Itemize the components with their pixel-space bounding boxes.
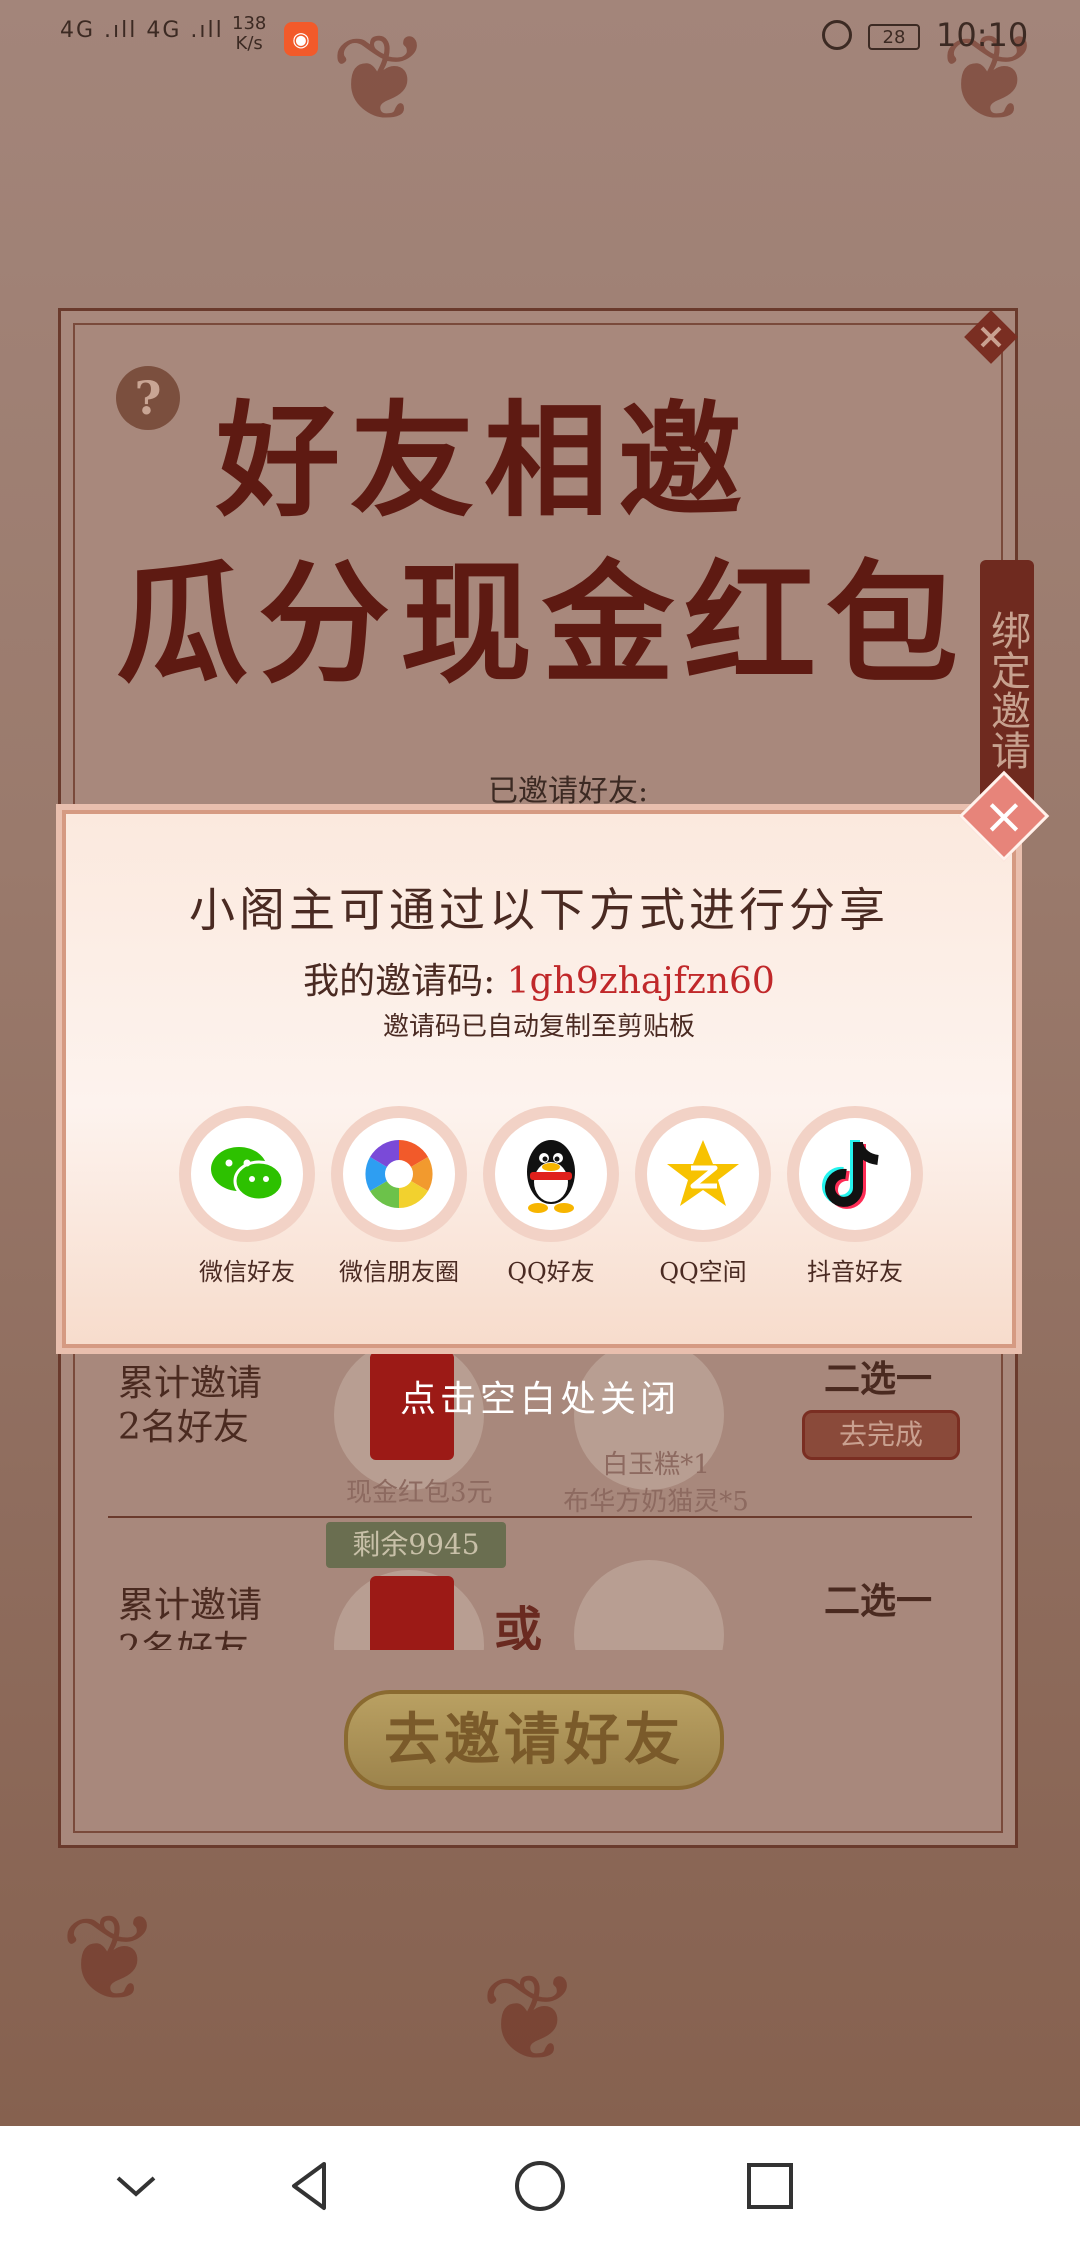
or-label: 或 (494, 1602, 543, 1650)
maple-leaf-decoration: ❦ (480, 1950, 581, 2089)
red-packet-icon (370, 1576, 454, 1650)
share-wechat-button[interactable]: 微信好友 (172, 1106, 322, 1287)
panel-title-line1: 好友相邀 (216, 389, 753, 534)
share-qzone-button[interactable]: QQ空间 (628, 1106, 778, 1287)
row-title: 累计邀请 2名好友 (118, 1585, 263, 1650)
douyin-icon (822, 1140, 879, 1209)
back-icon[interactable] (280, 2156, 340, 2216)
cash-reward-label: 现金红包3元 (346, 1478, 493, 1508)
share-moments-button[interactable]: 微信朋友圈 (324, 1106, 474, 1287)
qzone-icon (667, 1140, 739, 1206)
dialog-title: 小阁主可通过以下方式进行分享 (189, 883, 889, 937)
item-reward-circle (574, 1560, 724, 1650)
share-douyin-button[interactable]: 抖音好友 (780, 1106, 930, 1287)
moments-icon (365, 1140, 433, 1208)
maple-leaf-decoration: ❦ (60, 1890, 161, 2029)
home-icon[interactable] (510, 2156, 570, 2216)
choose-one-label: 二选一 (824, 1580, 933, 1622)
item-reward-label: 白玉糕*1 布华方奶猫灵*5 (563, 1450, 749, 1517)
recents-icon[interactable] (740, 2156, 800, 2216)
app-notification-icon: ◉ (284, 22, 318, 56)
invite-code-value: 1gh9zhajfzn60 (506, 961, 775, 1002)
tap-blank-to-close-hint[interactable]: 点击空白处关闭 (0, 1370, 1080, 1422)
invited-friends-label: 已邀请好友: (488, 774, 649, 809)
panel-close-icon[interactable] (960, 306, 1022, 368)
invite-code-line: 我的邀请码: 1gh9zhajfzn60 (66, 952, 1012, 1004)
share-dialog: 小阁主可通过以下方式进行分享 我的邀请码: 1gh9zhajfzn60 邀请码已… (62, 810, 1016, 1348)
invite-code-label: 我的邀请码: (303, 961, 507, 1002)
help-icon[interactable]: ? (116, 366, 180, 430)
invite-friends-button[interactable]: 去邀请好友 (344, 1690, 724, 1790)
battery-icon: 28 (868, 24, 920, 50)
clipboard-hint: 邀请码已自动复制至剪贴板 (382, 1012, 695, 1042)
chevron-down-icon[interactable] (106, 2156, 166, 2216)
network-speed: 138 K/s (232, 13, 267, 54)
wechat-icon (211, 1147, 285, 1202)
row-divider (108, 1516, 972, 1518)
reward-row: 累计邀请 2名好友 或 二选一 (94, 1560, 990, 1650)
qq-icon (527, 1140, 575, 1213)
clock: 10:10 (936, 16, 1029, 54)
signal-indicator: 4G .ıll 4G .ıll (60, 18, 224, 43)
panel-title-line2: 瓜分现金红包 (116, 547, 968, 702)
system-nav-bar (0, 2126, 1080, 2244)
status-bar: 4G .ıll 4G .ıll 138 K/s ◉ 28 10:10 (0, 0, 1080, 80)
share-qq-button[interactable]: QQ好友 (476, 1106, 626, 1287)
close-icon: × (983, 787, 1025, 845)
alarm-icon (822, 20, 852, 50)
